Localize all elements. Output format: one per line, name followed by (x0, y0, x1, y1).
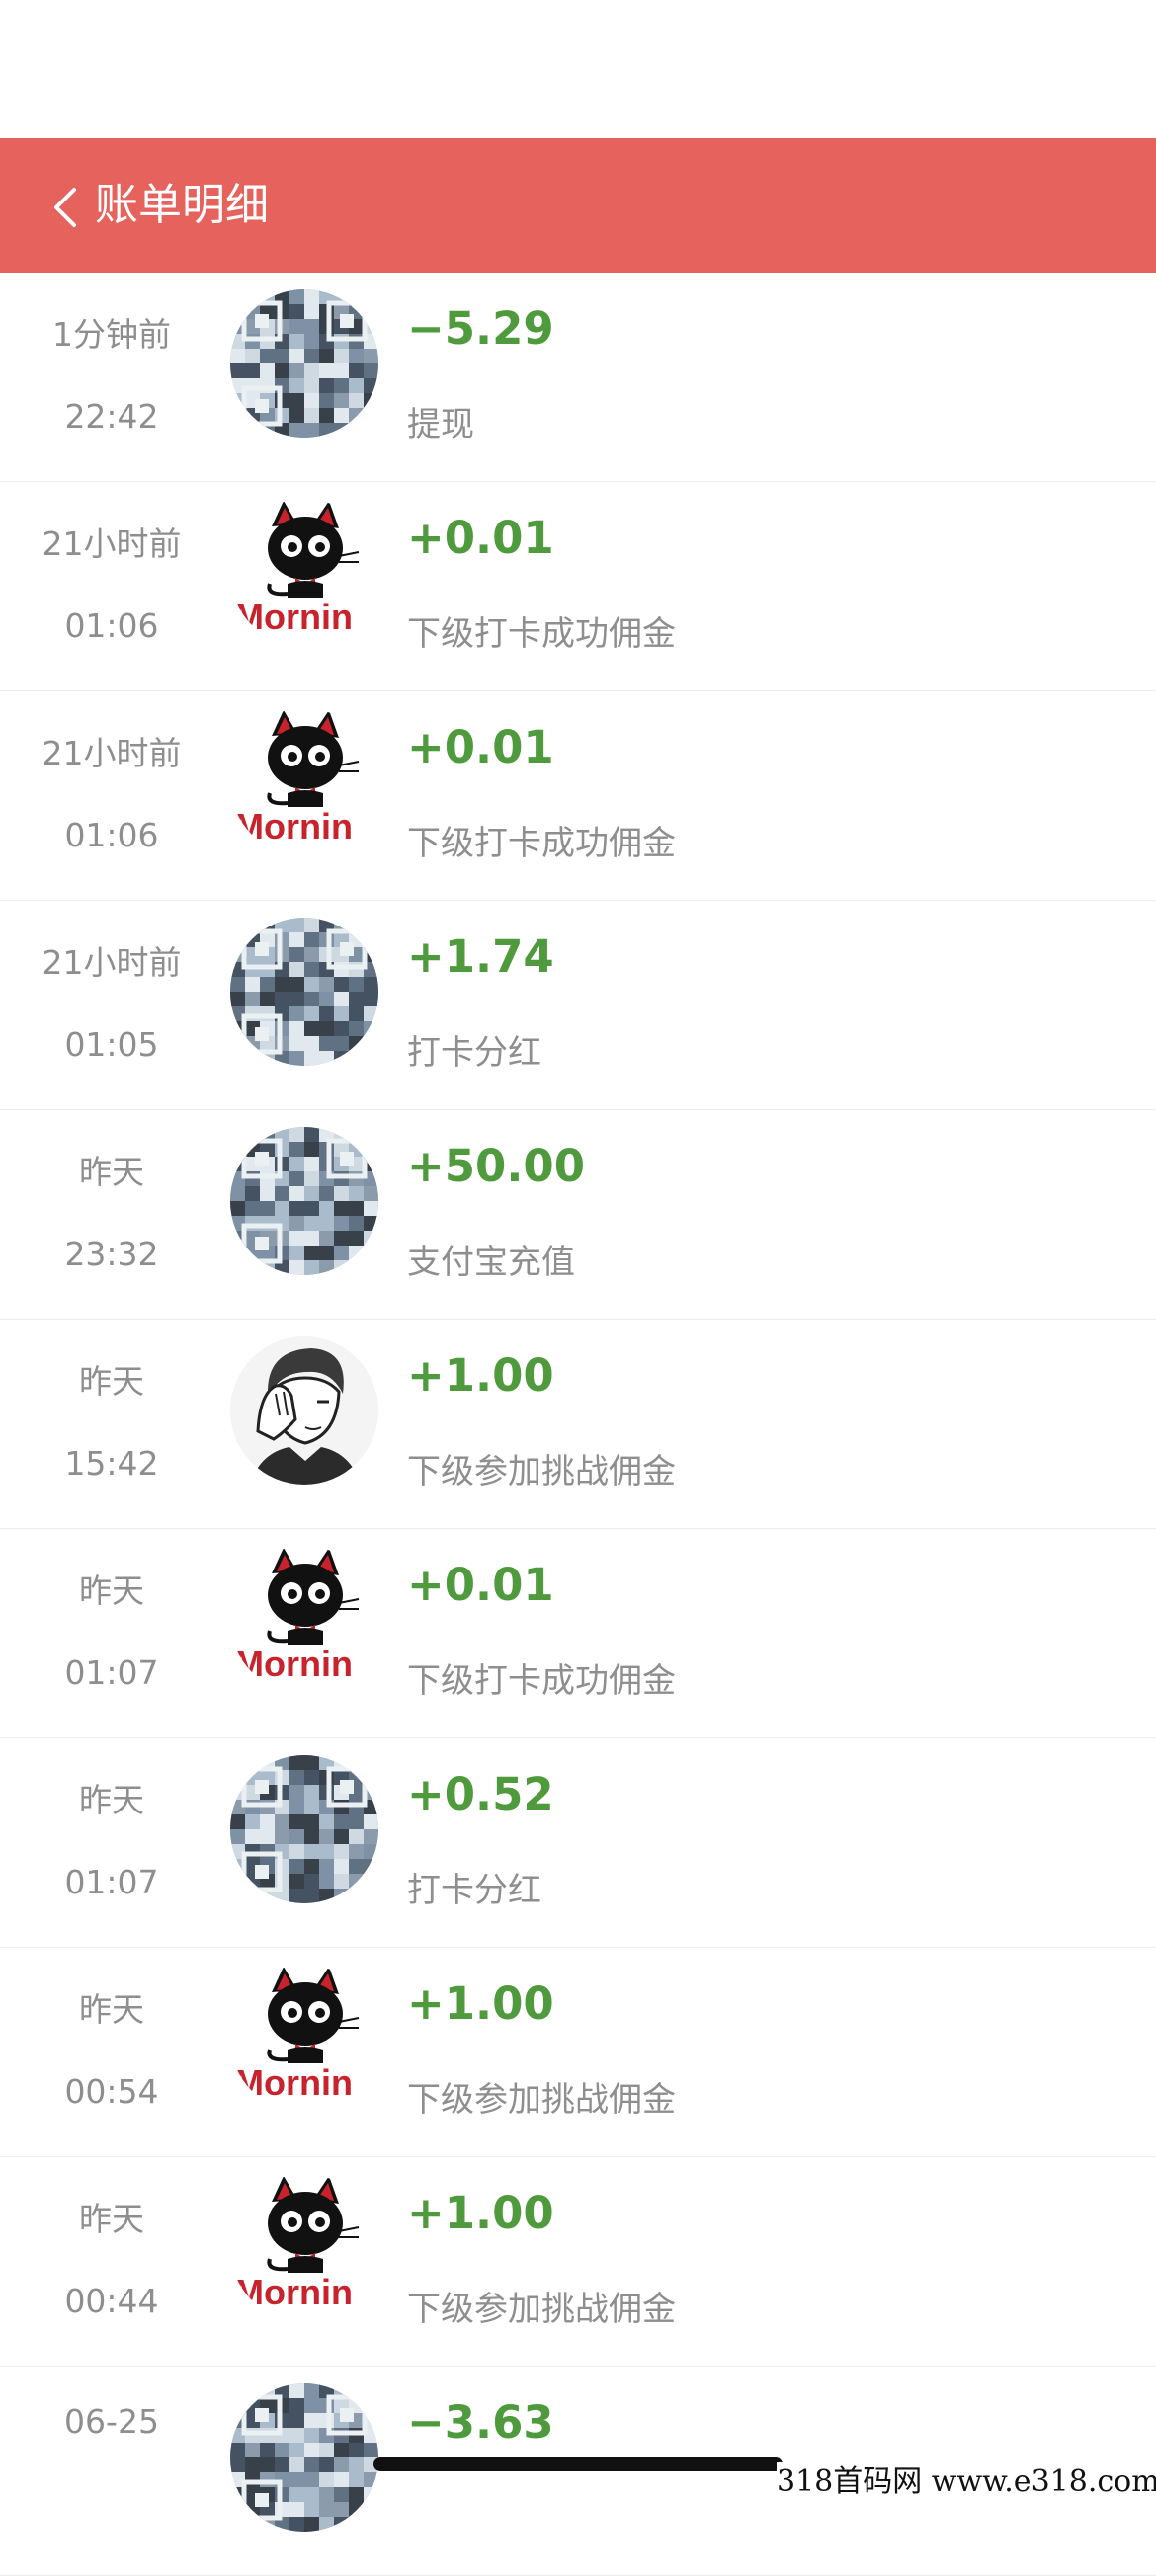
navigation-bar: 账单明细 (0, 138, 1156, 273)
chevron-left-icon (54, 188, 76, 227)
time-ago: 昨天 (79, 1362, 144, 1401)
transaction-row[interactable]: 昨天 01:07 Mornin +0.01 下级打卡成功佣金 (0, 1529, 1156, 1738)
black-cat-morning-avatar: Mornin (230, 708, 378, 856)
time-clock: 22:42 (64, 397, 159, 436)
time-clock: 01:06 (64, 816, 159, 854)
time-ago: 21小时前 (41, 943, 182, 982)
transaction-row[interactable]: 昨天 00:54 Mornin +1.00 下级参加挑战佣金 (0, 1948, 1156, 2157)
transaction-row[interactable]: 21小时前 01:05 +1.74 打卡分红 (0, 901, 1156, 1110)
amount: +0.52 (407, 1768, 554, 1820)
transaction-description: 支付宝充值 (407, 1243, 575, 1282)
qr-avatar (230, 1127, 378, 1275)
time-ago: 昨天 (79, 1990, 144, 2029)
time-clock: 00:54 (64, 2072, 159, 2111)
watermark: 318首码网 www.e318.com (777, 2462, 1156, 2501)
amount: +1.00 (407, 2187, 554, 2239)
transaction-description: 打卡分红 (407, 1033, 541, 1073)
svg-text:Mornin: Mornin (234, 2062, 353, 2103)
time-ago: 昨天 (79, 2200, 144, 2238)
transaction-description: 下级参加挑战佣金 (407, 2290, 676, 2329)
transaction-description: 提现 (407, 405, 474, 444)
sketch-man-avatar (230, 1336, 378, 1485)
transaction-row[interactable]: 21小时前 01:06 Mornin +0.01 下级打卡成功佣金 (0, 482, 1156, 691)
qr-avatar (230, 1755, 378, 1903)
time-ago: 昨天 (79, 1571, 144, 1610)
svg-text:Mornin: Mornin (234, 2272, 353, 2312)
amount: +50.00 (407, 1140, 586, 1192)
black-cat-morning-avatar: Mornin (230, 1546, 378, 1694)
transaction-description: 下级打卡成功佣金 (407, 824, 676, 863)
transaction-row[interactable]: 昨天 15:42 +1.00 下级参加挑战佣金 (0, 1320, 1156, 1529)
amount: −3.63 (407, 2396, 554, 2449)
transaction-row[interactable]: 1分钟前 22:42 −5.29 提现 (0, 273, 1156, 482)
qr-avatar (230, 918, 378, 1066)
svg-text:Mornin: Mornin (234, 806, 353, 846)
svg-text:Mornin: Mornin (234, 597, 353, 637)
qr-avatar (230, 2383, 378, 2532)
transaction-description: 打卡分红 (407, 1871, 541, 1910)
time-clock: 01:07 (64, 1653, 159, 1692)
time-clock: 23:32 (64, 1235, 159, 1273)
status-bar-area (0, 0, 1156, 138)
amount: +1.74 (407, 930, 554, 983)
black-cat-morning-avatar: Mornin (230, 1965, 378, 2113)
time-ago: 06-25 (64, 2402, 159, 2441)
amount: +1.00 (407, 1349, 554, 1402)
amount: +0.01 (407, 512, 554, 564)
transaction-description: 下级参加挑战佣金 (407, 2080, 676, 2120)
back-button[interactable] (36, 178, 95, 237)
transaction-row[interactable]: 昨天 23:32 +50.00 支付宝充值 (0, 1110, 1156, 1320)
qr-avatar (230, 289, 378, 438)
time-ago: 昨天 (79, 1781, 144, 1819)
home-indicator (373, 2457, 783, 2471)
time-clock: 01:06 (64, 606, 159, 645)
time-ago: 1分钟前 (52, 315, 171, 354)
transaction-description: 下级参加挑战佣金 (407, 1452, 676, 1491)
time-clock: 15:42 (64, 1444, 159, 1483)
svg-text:Mornin: Mornin (234, 1644, 353, 1684)
transaction-row[interactable]: 昨天 01:07 +0.52 打卡分红 (0, 1738, 1156, 1948)
transaction-description: 下级打卡成功佣金 (407, 614, 676, 654)
time-ago: 21小时前 (41, 524, 182, 563)
transaction-description: 下级打卡成功佣金 (407, 1661, 676, 1701)
amount: +0.01 (407, 1559, 554, 1611)
time-ago: 昨天 (79, 1153, 144, 1191)
amount: −5.29 (407, 302, 554, 355)
time-clock: 01:07 (64, 1863, 159, 1901)
black-cat-morning-avatar: Mornin (230, 499, 378, 647)
time-clock: 00:44 (64, 2282, 159, 2320)
amount: +0.01 (407, 721, 554, 773)
time-ago: 21小时前 (41, 734, 182, 772)
black-cat-morning-avatar: Mornin (230, 2174, 378, 2322)
amount: +1.00 (407, 1977, 554, 2030)
time-clock: 01:05 (64, 1025, 159, 1064)
transaction-row[interactable]: 21小时前 01:06 Mornin +0.01 下级打卡成功佣金 (0, 691, 1156, 901)
page-title: 账单明细 (95, 180, 269, 230)
transaction-list: 1分钟前 22:42 −5.29 提现 21小时前 01:06 Mornin +… (0, 273, 1156, 2576)
transaction-row[interactable]: 昨天 00:44 Mornin +1.00 下级参加挑战佣金 (0, 2157, 1156, 2367)
